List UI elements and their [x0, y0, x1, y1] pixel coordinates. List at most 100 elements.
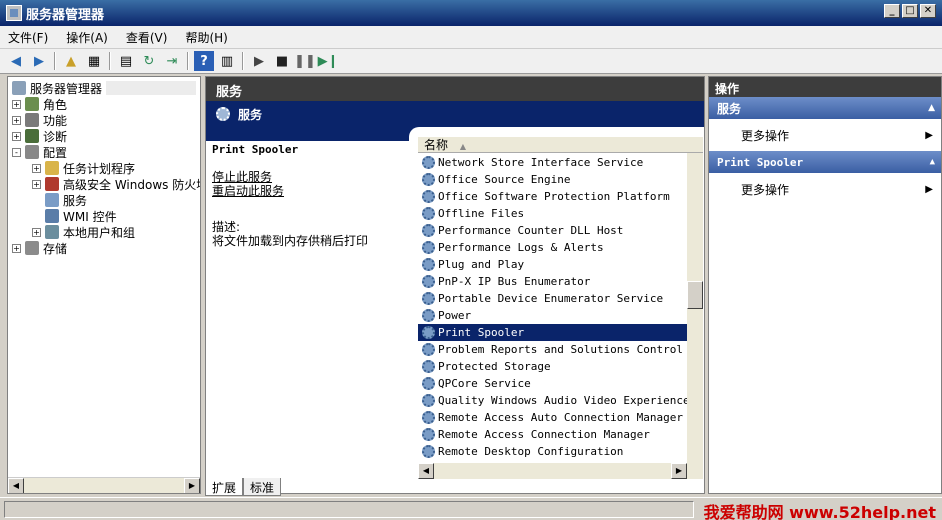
scroll-left-icon[interactable]: ◀ — [418, 463, 434, 479]
service-row[interactable]: Protected Storage — [418, 358, 687, 375]
server-manager-icon — [12, 81, 26, 95]
service-row[interactable]: Performance Logs & Alerts — [418, 239, 687, 256]
pane-subheader-label: 服务 — [238, 107, 263, 122]
show-hide-tree-icon[interactable]: ▦ — [84, 51, 104, 71]
service-row[interactable]: Remote Desktop Configuration — [418, 443, 687, 460]
list-vertical-scrollbar[interactable] — [687, 153, 703, 479]
gear-icon — [422, 360, 435, 373]
close-button[interactable]: ✕ — [920, 4, 936, 18]
tree-item[interactable]: + 高级安全 Windows 防火墙 — [32, 176, 200, 192]
help-icon[interactable]: ? — [194, 51, 214, 71]
toolbar-separator — [109, 52, 111, 70]
tree-item[interactable]: WMI 控件 — [32, 208, 117, 224]
tree-item[interactable]: + 任务计划程序 — [32, 160, 135, 176]
service-row[interactable]: PnP-X IP Bus Enumerator — [418, 273, 687, 290]
up-folder-icon[interactable]: ▲ — [61, 51, 81, 71]
tree-root[interactable]: 服务器管理器 — [12, 80, 197, 96]
gear-icon — [422, 173, 435, 186]
scroll-left-icon[interactable]: ◀ — [8, 478, 24, 493]
service-row[interactable]: Performance Counter DLL Host — [418, 222, 687, 239]
service-row-name: Portable Device Enumerator Service — [438, 292, 664, 305]
stop-service-icon[interactable]: ■ — [272, 51, 292, 71]
restart-service-icon[interactable]: ▶❙ — [318, 51, 339, 71]
actions-section-services[interactable]: 服务 ▲ — [709, 97, 941, 119]
users-icon — [45, 225, 59, 239]
scroll-thumb[interactable] — [687, 281, 703, 309]
maximize-button[interactable]: □ — [902, 4, 918, 18]
start-service-icon[interactable]: ▶ — [249, 51, 269, 71]
pane-subheader: 服务 — [206, 101, 704, 127]
menu-action[interactable]: 操作(A) — [66, 29, 108, 46]
menu-help[interactable]: 帮助(H) — [185, 29, 227, 46]
service-row[interactable]: Problem Reports and Solutions Control Pa… — [418, 341, 687, 358]
tree-item[interactable]: + 功能 — [12, 112, 67, 128]
services-pane: 服务 服务 Print Spooler 停止此服务 重启动此服务 描述: 将文件… — [205, 76, 705, 494]
expand-icon[interactable]: + — [12, 131, 21, 141]
tree-item[interactable]: + 诊断 — [12, 128, 67, 144]
service-row[interactable]: Quality Windows Audio Video Experience — [418, 392, 687, 409]
service-row[interactable]: QPCore Service — [418, 375, 687, 392]
tab-extended[interactable]: 扩展 — [205, 478, 244, 496]
tree-root-label: 服务器管理器 — [30, 81, 103, 96]
sort-ascending-icon: ▲ — [459, 142, 466, 151]
expand-icon[interactable]: + — [32, 179, 41, 189]
tab-standard[interactable]: 标准 — [243, 478, 282, 496]
list-horizontal-scrollbar[interactable]: ◀ ▶ — [418, 463, 703, 479]
service-row[interactable]: Print Spooler — [418, 324, 687, 341]
service-row[interactable]: Portable Device Enumerator Service — [418, 290, 687, 307]
forward-icon[interactable]: ▶ — [29, 51, 49, 71]
service-row[interactable]: Power — [418, 307, 687, 324]
expand-icon[interactable]: + — [12, 115, 21, 125]
submenu-arrow-icon: ▶ — [925, 183, 933, 195]
gear-icon — [422, 224, 435, 237]
restart-service-link[interactable]: 重启动此服务 — [212, 184, 412, 198]
actions-section-print-spooler[interactable]: Print Spooler ▲ — [709, 151, 941, 173]
gear-icon — [422, 190, 435, 203]
scroll-right-icon[interactable]: ▶ — [184, 478, 200, 493]
back-icon[interactable]: ◀ — [6, 51, 26, 71]
service-row[interactable]: Offline Files — [418, 205, 687, 222]
tree-item[interactable]: - 配置 — [12, 144, 67, 160]
properties-icon[interactable]: ▤ — [116, 51, 136, 71]
service-row[interactable]: Office Source Engine — [418, 171, 687, 188]
gear-icon — [422, 156, 435, 169]
service-row-name: Offline Files — [438, 207, 525, 220]
view-tabs: 扩展 标准 — [205, 478, 282, 496]
column-header-name[interactable]: 名称 ▲ — [418, 137, 703, 153]
more-actions-services[interactable]: 更多操作 ▶ — [709, 119, 941, 151]
tree-item-label: 本地用户和组 — [63, 225, 136, 240]
gear-icon — [422, 394, 435, 407]
export-list-icon[interactable]: ⇥ — [162, 51, 182, 71]
description-label: 描述: — [212, 220, 241, 234]
menu-file[interactable]: 文件(F) — [8, 29, 48, 46]
action-pane-icon[interactable]: ▥ — [217, 51, 237, 71]
service-row[interactable]: Remote Access Connection Manager — [418, 426, 687, 443]
more-actions-print-spooler[interactable]: 更多操作 ▶ — [709, 173, 941, 205]
scroll-right-icon[interactable]: ▶ — [671, 463, 687, 479]
minimize-button[interactable]: _ — [884, 4, 900, 18]
tree-item[interactable]: 服务 — [32, 192, 87, 208]
collapse-icon[interactable]: ▲ — [928, 103, 935, 113]
tree-horizontal-scrollbar[interactable]: ◀ ▶ — [8, 477, 200, 493]
refresh-icon[interactable]: ↻ — [139, 51, 159, 71]
gear-icon — [422, 207, 435, 220]
expand-icon[interactable]: + — [32, 163, 41, 173]
tree-item[interactable]: + 存储 — [12, 240, 67, 256]
service-row[interactable]: Plug and Play — [418, 256, 687, 273]
service-row[interactable]: Network Store Interface Service — [418, 154, 687, 171]
tree-item-label: 功能 — [43, 113, 68, 128]
menu-view[interactable]: 查看(V) — [126, 29, 168, 46]
collapse-icon[interactable]: - — [12, 147, 21, 157]
gear-icon — [422, 258, 435, 271]
pause-service-icon[interactable]: ❚❚ — [294, 51, 316, 71]
service-row[interactable]: Remote Access Auto Connection Manager — [418, 409, 687, 426]
collapse-icon[interactable]: ▲ — [930, 157, 935, 167]
expand-icon[interactable]: + — [12, 243, 21, 253]
service-row[interactable]: Office Software Protection Platform — [418, 188, 687, 205]
expand-icon[interactable]: + — [12, 99, 21, 109]
tree-item[interactable]: + 角色 — [12, 96, 67, 112]
tree-item[interactable]: + 本地用户和组 — [32, 224, 135, 240]
expand-icon[interactable]: + — [32, 227, 41, 237]
stop-service-link[interactable]: 停止此服务 — [212, 170, 412, 184]
service-row-name: Remote Access Connection Manager — [438, 428, 650, 441]
